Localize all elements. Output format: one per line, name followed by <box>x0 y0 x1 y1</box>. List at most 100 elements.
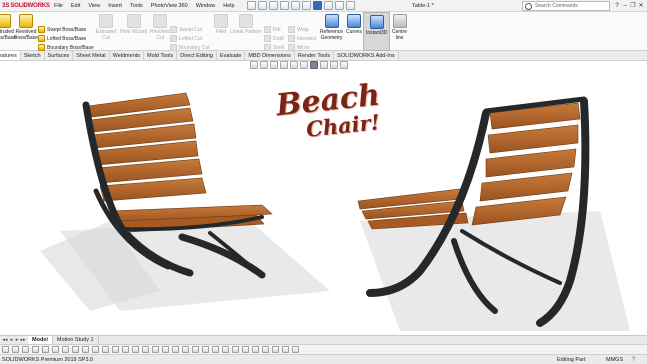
edit-appearance-icon[interactable] <box>320 61 328 69</box>
sketch-icon[interactable] <box>2 346 9 353</box>
smart-dimension-icon[interactable] <box>12 346 19 353</box>
menu-file[interactable]: File <box>50 0 67 12</box>
rebuild-icon[interactable] <box>323 1 333 10</box>
tab-features[interactable]: Features <box>0 51 21 60</box>
options-gear-icon[interactable] <box>345 1 355 10</box>
polygon-icon[interactable] <box>72 346 79 353</box>
tab-solidworks-addins[interactable]: SOLIDWORKS Add-Ins <box>334 51 399 60</box>
rapid-sketch-icon[interactable] <box>202 346 209 353</box>
tab-mold-tools[interactable]: Mold Tools <box>144 51 178 60</box>
axis-icon[interactable] <box>242 346 249 353</box>
text-icon[interactable] <box>92 346 99 353</box>
spline-icon[interactable] <box>62 346 69 353</box>
curves-button[interactable]: Curves <box>346 14 362 35</box>
tab-render-tools[interactable]: Render Tools <box>295 51 335 60</box>
circle-icon[interactable] <box>42 346 49 353</box>
print-icon[interactable] <box>290 1 300 10</box>
offset-icon[interactable] <box>132 346 139 353</box>
wrap-button[interactable]: Wrap <box>288 25 316 34</box>
draft-button[interactable]: Draft <box>264 34 284 43</box>
help-question-icon[interactable]: ? <box>613 0 621 12</box>
coordinate-system-icon[interactable] <box>252 346 259 353</box>
extruded-cut-button[interactable]: Extruded Cut <box>96 14 116 41</box>
tab-mbd-dimensions[interactable]: MBD Dimensions <box>245 51 295 60</box>
new-document-icon[interactable] <box>257 1 267 10</box>
menu-photoview[interactable]: PhotoView 360 <box>147 0 192 12</box>
instant2d-icon[interactable] <box>212 346 219 353</box>
fillet-button[interactable]: Fillet <box>214 14 228 35</box>
menu-help[interactable]: Help <box>219 0 238 12</box>
tab-direct-editing[interactable]: Direct Editing <box>177 51 217 60</box>
last-tab-icon[interactable]: ▸▸ <box>20 337 26 343</box>
minimize-icon[interactable]: – <box>621 0 629 12</box>
graphics-area[interactable]: Beach Chair! <box>0 61 647 335</box>
revolved-cut-button[interactable]: Revolved Cut <box>150 14 171 41</box>
tab-evaluate[interactable]: Evaluate <box>217 51 246 60</box>
tab-sketch[interactable]: Sketch <box>21 51 45 60</box>
select-arrow-icon[interactable] <box>312 1 322 10</box>
view-settings-icon[interactable] <box>340 61 348 69</box>
menu-edit[interactable]: Edit <box>67 0 84 12</box>
swept-cut-button[interactable]: Swept Cut <box>170 25 210 34</box>
hole-wizard-button[interactable]: Hole Wizard <box>120 14 147 35</box>
intersect-button[interactable]: Intersect <box>288 34 316 43</box>
tab-surfaces[interactable]: Surfaces <box>45 51 74 60</box>
point-icon[interactable] <box>102 346 109 353</box>
fillet-sketch-icon[interactable] <box>82 346 89 353</box>
plane-icon[interactable] <box>232 346 239 353</box>
solidworks-logo[interactable]: 3S SOLIDWORKS <box>0 0 50 12</box>
revolved-boss-button[interactable]: Revolved Boss/Base <box>14 14 38 41</box>
arc-icon[interactable] <box>52 346 59 353</box>
file-properties-icon[interactable] <box>334 1 344 10</box>
linear-pattern-button[interactable]: Linear Pattern <box>230 14 261 35</box>
rectangle-icon[interactable] <box>32 346 39 353</box>
centreline-button[interactable]: Centre line <box>392 14 407 41</box>
unit-system[interactable]: MMGS <box>606 355 623 364</box>
linear-sketch-pattern-icon[interactable] <box>152 346 159 353</box>
exit-sketch-icon[interactable] <box>292 346 299 353</box>
section-view-icon[interactable] <box>280 61 288 69</box>
instant3d-button-highlight[interactable]: Instant3D <box>363 12 390 51</box>
instant3d-button[interactable]: Instant3D <box>366 15 387 36</box>
view-orientation-icon[interactable] <box>290 61 298 69</box>
undo-icon[interactable] <box>301 1 311 10</box>
display-style-icon[interactable] <box>300 61 308 69</box>
close-icon[interactable]: ✕ <box>637 0 645 12</box>
lofted-boss-button[interactable]: Lofted Boss/Base <box>38 34 94 43</box>
convert-entities-icon[interactable] <box>122 346 129 353</box>
mass-properties-icon[interactable] <box>272 346 279 353</box>
move-entities-icon[interactable] <box>162 346 169 353</box>
home-icon[interactable] <box>246 1 256 10</box>
open-icon[interactable] <box>268 1 278 10</box>
lofted-cut-button[interactable]: Lofted Cut <box>170 34 210 43</box>
tab-weldments[interactable]: Weldments <box>110 51 145 60</box>
shaded-sketch-icon[interactable] <box>222 346 229 353</box>
display-relations-icon[interactable] <box>172 346 179 353</box>
mirror-entities-icon[interactable] <box>142 346 149 353</box>
swept-boss-button[interactable]: Swept Boss/Base <box>38 25 94 34</box>
tab-sheet-metal[interactable]: Sheet Metal <box>73 51 110 60</box>
save-icon[interactable] <box>279 1 289 10</box>
search-commands-field[interactable]: Search Commands <box>522 1 610 11</box>
trim-icon[interactable] <box>112 346 119 353</box>
hide-show-items-icon[interactable] <box>310 61 318 69</box>
menu-tools[interactable]: Tools <box>126 0 147 12</box>
menu-view[interactable]: View <box>84 0 104 12</box>
rib-icon <box>264 26 271 33</box>
zoom-to-fit-icon[interactable] <box>250 61 258 69</box>
rib-button[interactable]: Rib <box>264 25 284 34</box>
reference-geometry-button[interactable]: Reference Geometry <box>320 14 343 41</box>
zoom-area-icon[interactable] <box>260 61 268 69</box>
quick-snaps-icon[interactable] <box>192 346 199 353</box>
line-icon[interactable] <box>22 346 29 353</box>
measure-icon[interactable] <box>262 346 269 353</box>
beach-chair-title: Beach Chair! <box>270 78 390 145</box>
repair-sketch-icon[interactable] <box>182 346 189 353</box>
help-icon[interactable]: ? <box>632 355 635 364</box>
previous-view-icon[interactable] <box>270 61 278 69</box>
apply-scene-icon[interactable] <box>330 61 338 69</box>
render-icon[interactable] <box>282 346 289 353</box>
restore-icon[interactable]: ❐ <box>629 0 637 12</box>
menu-window[interactable]: Window <box>192 0 220 12</box>
menu-insert[interactable]: Insert <box>104 0 126 12</box>
